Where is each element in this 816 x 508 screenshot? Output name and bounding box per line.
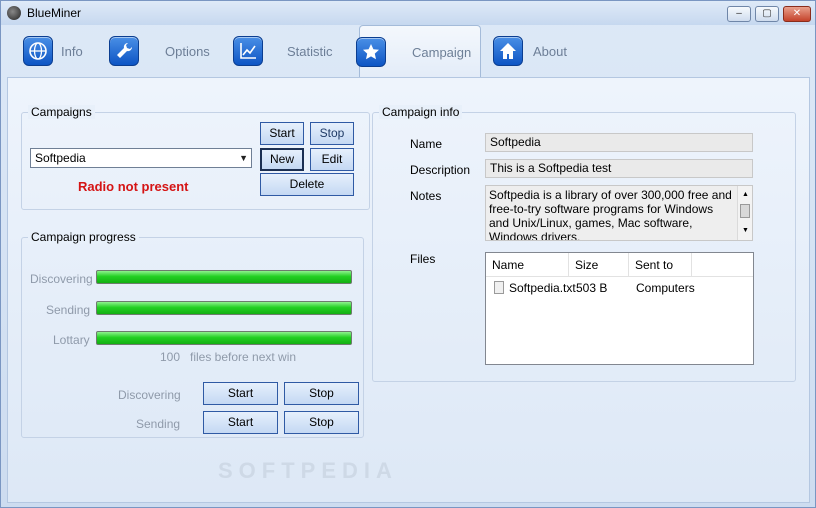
tab-about[interactable]: About — [487, 25, 577, 77]
notes-scrollbar[interactable]: ▲ ▼ — [737, 186, 752, 240]
sending-control-label: Sending — [136, 417, 181, 431]
tab-campaign-label: Campaign — [412, 45, 472, 60]
notes-textarea[interactable]: Softpedia is a library of over 300,000 f… — [485, 185, 753, 241]
title-bar: BlueMiner – ▢ ✕ — [1, 1, 815, 25]
lottary-label: Lottary — [53, 333, 90, 347]
sending-progress-bar — [96, 301, 352, 315]
sending-progress-fill — [96, 301, 352, 315]
star-icon — [356, 37, 386, 67]
name-field[interactable]: Softpedia — [485, 133, 753, 152]
description-field[interactable]: This is a Softpedia test — [485, 159, 753, 178]
maximize-button[interactable]: ▢ — [755, 6, 779, 22]
tab-info-label: Info — [61, 44, 83, 59]
campaign-start-button[interactable]: Start — [260, 122, 304, 145]
files-list-header: Name Size Sent to — [486, 253, 753, 277]
tab-bar: Info Options Statistic Campaign About — [1, 25, 815, 77]
files-label: Files — [410, 252, 436, 266]
tab-statistic-label: Statistic — [287, 44, 333, 59]
next-win-count: 100 — [160, 350, 181, 364]
main-window: BlueMiner – ▢ ✕ Info Options Statistic C… — [0, 0, 816, 508]
campaign-select-value: Softpedia — [35, 151, 86, 165]
scroll-thumb[interactable] — [740, 204, 750, 218]
discovering-stop-button[interactable]: Stop — [284, 382, 359, 405]
discovering-progress-bar — [96, 270, 352, 284]
notes-text: Softpedia is a library of over 300,000 f… — [489, 188, 732, 241]
tab-info[interactable]: Info — [15, 25, 95, 77]
column-header-name[interactable]: Name — [486, 253, 569, 277]
discovering-label: Discovering — [30, 272, 93, 286]
tab-campaign[interactable]: Campaign — [356, 25, 481, 77]
lottary-progress-fill — [96, 331, 352, 345]
description-label: Description — [410, 163, 471, 177]
sending-start-button[interactable]: Start — [203, 411, 278, 434]
lottary-progress-bar — [96, 331, 352, 345]
tab-about-label: About — [533, 44, 567, 59]
campaign-info-title: Campaign info — [379, 105, 463, 119]
tab-options[interactable]: Options — [101, 25, 211, 77]
wrench-icon — [109, 36, 139, 66]
campaign-edit-button[interactable]: Edit — [310, 148, 354, 171]
discovering-start-button[interactable]: Start — [203, 382, 278, 405]
radio-status-text: Radio not present — [78, 179, 189, 194]
minimize-button[interactable]: – — [727, 6, 751, 22]
close-button[interactable]: ✕ — [783, 6, 811, 22]
campaigns-group-title: Campaigns — [28, 105, 95, 119]
scroll-up-icon[interactable]: ▲ — [742, 188, 749, 202]
chart-icon — [233, 36, 263, 66]
sending-stop-button[interactable]: Stop — [284, 411, 359, 434]
app-icon — [7, 6, 21, 20]
campaign-progress-title: Campaign progress — [28, 230, 139, 244]
file-name-cell: Softpedia.txt — [509, 281, 576, 295]
tab-options-label: Options — [165, 44, 210, 59]
notes-label: Notes — [410, 189, 442, 203]
campaigns-group: Campaigns Softpedia ▼ Radio not present … — [21, 105, 370, 210]
campaign-progress-group: Campaign progress Discovering Sending Lo… — [21, 230, 364, 438]
discovering-control-label: Discovering — [118, 388, 181, 402]
campaign-new-button[interactable]: New — [260, 148, 304, 171]
chevron-down-icon: ▼ — [239, 153, 248, 163]
table-row[interactable]: Softpedia.txt 503 B Computers — [486, 278, 753, 298]
scroll-down-icon[interactable]: ▼ — [742, 224, 749, 238]
next-win-text: files before next win — [190, 350, 297, 364]
campaign-panel: Campaigns Softpedia ▼ Radio not present … — [7, 77, 810, 503]
campaign-stop-button[interactable]: Stop — [310, 122, 354, 145]
sending-label: Sending — [46, 303, 91, 317]
campaign-info-group: Campaign info Name Softpedia Description… — [372, 105, 796, 382]
name-label: Name — [410, 137, 443, 151]
tab-statistic[interactable]: Statistic — [227, 25, 337, 77]
discovering-progress-fill — [96, 270, 352, 284]
file-icon — [494, 281, 504, 294]
home-icon — [493, 36, 523, 66]
files-list[interactable]: Name Size Sent to Softpedia.txt 503 B Co… — [485, 252, 754, 365]
globe-icon — [23, 36, 53, 66]
file-sent-to-cell: Computers — [636, 281, 695, 295]
window-title: BlueMiner — [27, 6, 82, 20]
file-size-cell: 503 B — [576, 281, 608, 295]
watermark: SOFTPEDIA — [218, 458, 398, 483]
column-header-sent-to[interactable]: Sent to — [629, 253, 692, 277]
column-header-size[interactable]: Size — [569, 253, 629, 277]
campaign-delete-button[interactable]: Delete — [260, 173, 354, 196]
campaign-select[interactable]: Softpedia ▼ — [30, 148, 252, 168]
